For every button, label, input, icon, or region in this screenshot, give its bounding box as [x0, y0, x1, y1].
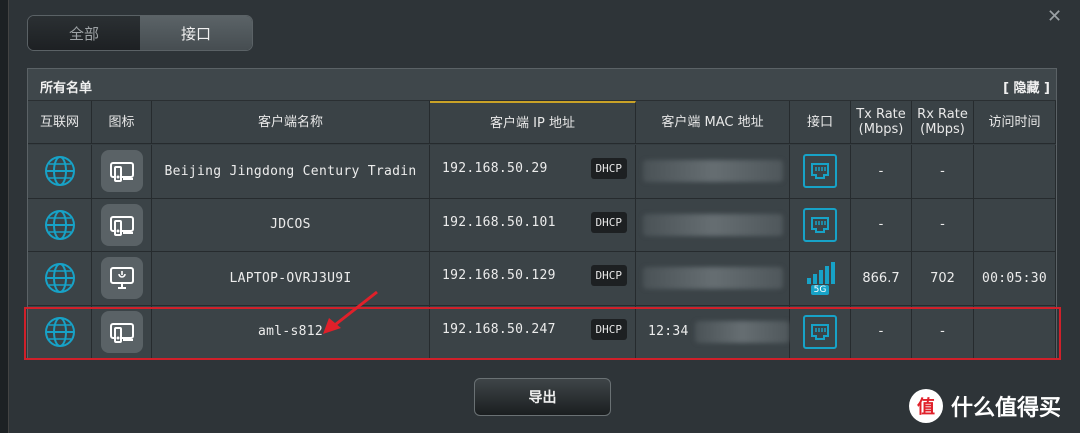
ethernet-icon [803, 154, 837, 189]
tx-rate-cell: 866.7 [851, 252, 912, 306]
tx-rate: - [878, 324, 884, 340]
internet-status-cell [28, 305, 92, 359]
rx-rate: - [940, 163, 945, 179]
access-time: 00:05:30 [981, 270, 1047, 286]
client-ip-cell: 192.168.50.29 DHCP [430, 145, 636, 199]
dhcp-badge: DHCP [590, 318, 627, 340]
mac-redacted [642, 267, 783, 290]
red-arrow-annotation [323, 290, 378, 334]
client-name-cell[interactable]: Beijing Jingdong Century Tradin [152, 145, 430, 199]
col-internet[interactable]: 互联网 [28, 101, 92, 144]
internet-status-cell [28, 198, 92, 252]
tab-bar: 全部 接口 [27, 15, 253, 51]
client-ip-cell: 192.168.50.129 DHCP [430, 252, 636, 306]
globe-icon [44, 316, 75, 347]
interface-cell [790, 305, 851, 359]
device-icon-cell[interactable] [92, 198, 152, 252]
access-time-cell: 00:05:30 [974, 252, 1056, 306]
globe-icon [44, 156, 75, 187]
hide-link[interactable]: [ 隐藏 ] [1003, 77, 1050, 96]
device-icon-cell[interactable] [92, 305, 152, 359]
mac-redacted [642, 213, 783, 236]
panel-title: 所有名单 [40, 81, 93, 96]
client-name[interactable]: JDCOS [270, 217, 311, 232]
client-name[interactable]: aml-s812 [258, 324, 323, 339]
ethernet-icon [803, 314, 837, 349]
client-ip: 192.168.50.29 [442, 161, 548, 176]
internet-status-cell [28, 252, 92, 306]
tab-all[interactable]: 全部 [28, 16, 140, 50]
wifi-5g-icon: 5G [805, 261, 835, 295]
dhcp-badge: DHCP [590, 211, 627, 233]
device-icon-cell[interactable] [92, 252, 152, 306]
watermark: 值 什么值得买 [909, 389, 1061, 423]
rx-rate: - [940, 217, 945, 233]
device-icon[interactable] [100, 203, 143, 246]
mac-redacted [642, 160, 783, 183]
client-ip: 192.168.50.129 [442, 268, 556, 283]
mac-redacted [694, 320, 789, 343]
rx-rate-cell: - [912, 305, 974, 359]
col-rx-rate[interactable]: Rx Rate (Mbps) [912, 101, 974, 144]
rx-rate-cell: - [912, 145, 974, 199]
col-client-mac[interactable]: 客户端 MAC 地址 [636, 101, 790, 144]
background-window-edge [0, 0, 9, 433]
monitor-icon[interactable] [100, 257, 143, 300]
client-mac-cell: 12:34 [636, 305, 790, 359]
tx-rate-cell: - [851, 198, 912, 252]
access-time-cell [974, 145, 1056, 199]
col-interface[interactable]: 接口 [790, 101, 851, 144]
client-mac-cell [636, 145, 790, 199]
tab-interface[interactable]: 接口 [140, 16, 252, 50]
globe-icon [44, 209, 75, 240]
col-access-time[interactable]: 访问时间 [974, 101, 1056, 144]
client-name[interactable]: LAPTOP-OVRJ3U9I [230, 271, 352, 286]
rx-rate-cell: - [912, 198, 974, 252]
col-client-name[interactable]: 客户端名称 [152, 101, 430, 144]
tx-rate: - [878, 217, 884, 233]
panel-header: 所有名单 [ 隐藏 ] [28, 69, 1056, 101]
ethernet-icon [803, 207, 837, 242]
tx-rate-cell: - [851, 305, 912, 359]
rx-rate-cell: 702 [912, 252, 974, 306]
interface-cell [790, 145, 851, 199]
wifi-band-label: 5G [810, 284, 830, 295]
client-list-panel: 所有名单 [ 隐藏 ] 互联网 图标 客户端名称 客户端 IP 地址 客户端 M… [27, 68, 1057, 360]
dhcp-badge: DHCP [590, 158, 627, 179]
col-client-ip[interactable]: 客户端 IP 地址 [430, 101, 636, 144]
tx-rate: - [878, 163, 884, 179]
client-ip: 192.168.50.101 [442, 214, 556, 230]
tx-rate: 866.7 [862, 270, 900, 286]
col-icon[interactable]: 图标 [92, 101, 152, 144]
access-time-cell [974, 198, 1056, 252]
tx-rate-cell: - [851, 145, 912, 199]
client-mac-cell [636, 198, 790, 252]
interface-cell [790, 198, 851, 252]
export-button[interactable]: 导出 [474, 378, 611, 416]
client-ip-cell: 192.168.50.247 DHCP [430, 305, 636, 359]
client-ip-cell: 192.168.50.101 DHCP [430, 198, 636, 252]
close-icon[interactable]: ✕ [1047, 6, 1062, 27]
watermark-text: 什么值得买 [951, 396, 1062, 421]
col-tx-rate[interactable]: Tx Rate (Mbps) [851, 101, 912, 144]
rx-rate: - [940, 324, 945, 340]
client-name-cell[interactable]: aml-s812 [152, 305, 430, 359]
watermark-logo: 值 [909, 389, 943, 423]
device-icon[interactable] [100, 150, 143, 193]
dhcp-badge: DHCP [590, 265, 627, 286]
device-icon[interactable] [100, 310, 143, 353]
rx-rate: 702 [930, 270, 955, 286]
interface-cell: 5G [790, 252, 851, 306]
internet-status-cell [28, 145, 92, 199]
client-mac: 12:34 [648, 324, 689, 340]
client-mac-cell [636, 252, 790, 306]
device-icon-cell[interactable] [92, 145, 152, 199]
client-name-cell[interactable]: JDCOS [152, 198, 430, 252]
client-name[interactable]: Beijing Jingdong Century Tradin [165, 164, 417, 179]
globe-icon [44, 263, 75, 294]
access-time-cell [974, 305, 1056, 359]
client-ip: 192.168.50.247 [442, 321, 556, 337]
client-name-cell[interactable]: LAPTOP-OVRJ3U9I [152, 252, 430, 306]
